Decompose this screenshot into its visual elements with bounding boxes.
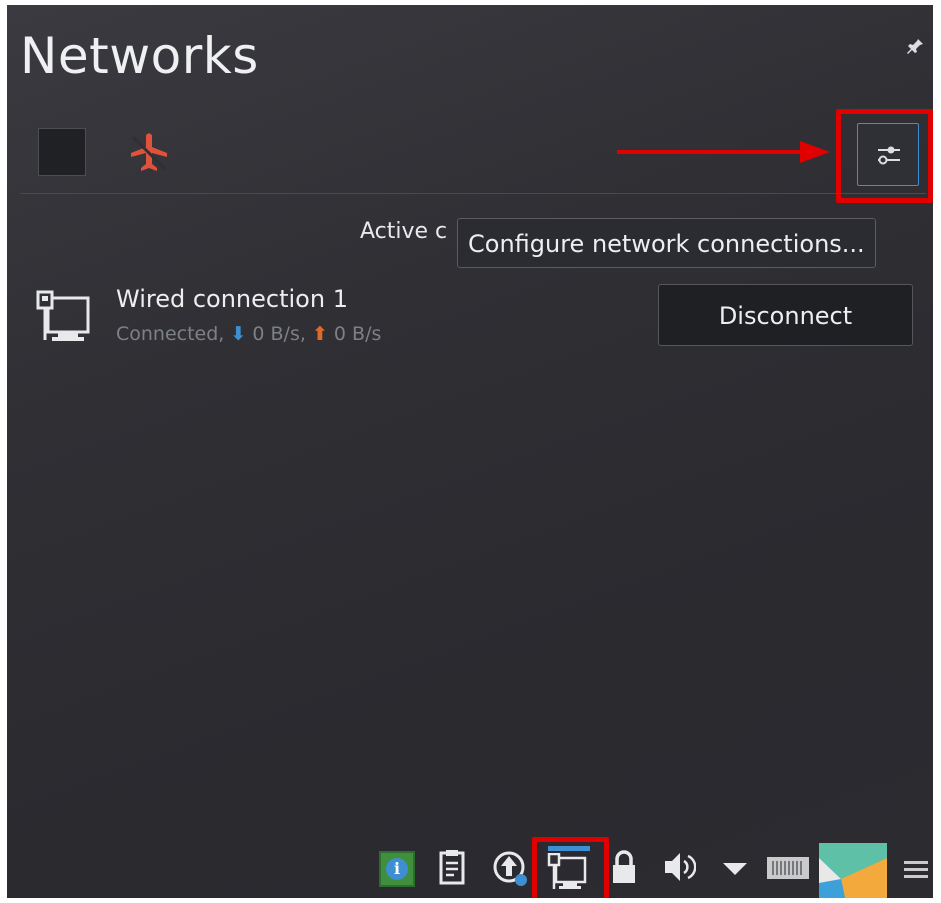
info-glyph: i: [386, 858, 408, 880]
download-arrow-icon: ⬇: [230, 323, 247, 345]
system-tray: i: [7, 837, 933, 898]
lock-icon[interactable]: [610, 849, 638, 889]
kde-logo-icon[interactable]: [819, 843, 887, 898]
chevron-down-icon[interactable]: [721, 861, 749, 881]
wireless-toggle-checkbox[interactable]: [38, 128, 86, 176]
volume-icon[interactable]: [662, 849, 697, 889]
highlight-box: [532, 837, 609, 898]
section-header: Active c: [360, 219, 448, 244]
download-rate: 0 B/s,: [252, 323, 306, 345]
tooltip: Configure network connections...: [457, 218, 876, 268]
networks-panel: Networks Active c Configure network conn…: [7, 5, 933, 898]
upload-rate: 0 B/s: [333, 323, 382, 345]
info-icon[interactable]: i: [379, 851, 415, 887]
upload-arrow-icon: ⬆: [311, 323, 328, 345]
hamburger-menu-icon[interactable]: [903, 859, 929, 885]
page-title: Networks: [20, 27, 259, 85]
pin-icon[interactable]: [905, 37, 925, 61]
highlight-box: [836, 109, 933, 203]
connection-status: Connected, ⬇ 0 B/s, ⬆ 0 B/s: [116, 323, 381, 345]
disconnect-button[interactable]: Disconnect: [658, 284, 913, 346]
annotation-arrow: [617, 138, 832, 170]
airplane-mode-icon[interactable]: [129, 131, 169, 177]
keyboard-layout-icon[interactable]: [767, 853, 809, 887]
connection-name: Wired connection 1: [116, 285, 348, 313]
updates-icon[interactable]: [492, 849, 528, 891]
status-text: Connected,: [116, 323, 225, 345]
wired-network-icon: [36, 290, 92, 352]
divider: [20, 193, 926, 194]
clipboard-icon[interactable]: [439, 849, 465, 889]
